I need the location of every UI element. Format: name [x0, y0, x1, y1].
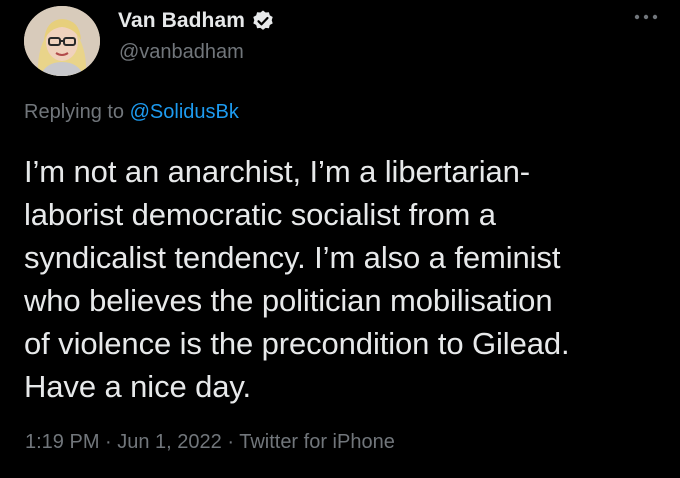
tweet-line: of violence is the precondition to Gilea… — [24, 326, 570, 361]
author-name-row: Van Badham — [118, 9, 275, 33]
more-options-icon[interactable] — [632, 10, 660, 22]
tweet-line: who believes the politician mobilisation — [24, 283, 553, 318]
verified-badge-icon — [251, 9, 275, 33]
author-handle[interactable]: @vanbadham — [119, 41, 244, 64]
tweet-line: Have a nice day. — [24, 369, 252, 404]
replying-to: Replying to @SolidusBk — [24, 101, 239, 124]
tweet-card: Van Badham @vanbadham Replying to @Solid… — [0, 0, 680, 478]
tweet-text: I’m not an anarchist, I’m a libertarian-… — [24, 150, 664, 408]
avatar[interactable] — [24, 6, 100, 76]
reply-mention-link[interactable]: @SolidusBk — [130, 101, 239, 123]
replying-to-label: Replying to — [24, 101, 130, 123]
tweet-line: syndicalist tendency. I’m also a feminis… — [24, 240, 561, 275]
display-name[interactable]: Van Badham — [118, 9, 245, 33]
tweet-line: laborist democratic socialist from a — [24, 197, 496, 232]
tweet-line: I’m not an anarchist, I’m a libertarian- — [24, 154, 530, 189]
tweet-timestamp[interactable]: 1:19 PM · Jun 1, 2022 · Twitter for iPho… — [25, 431, 395, 454]
